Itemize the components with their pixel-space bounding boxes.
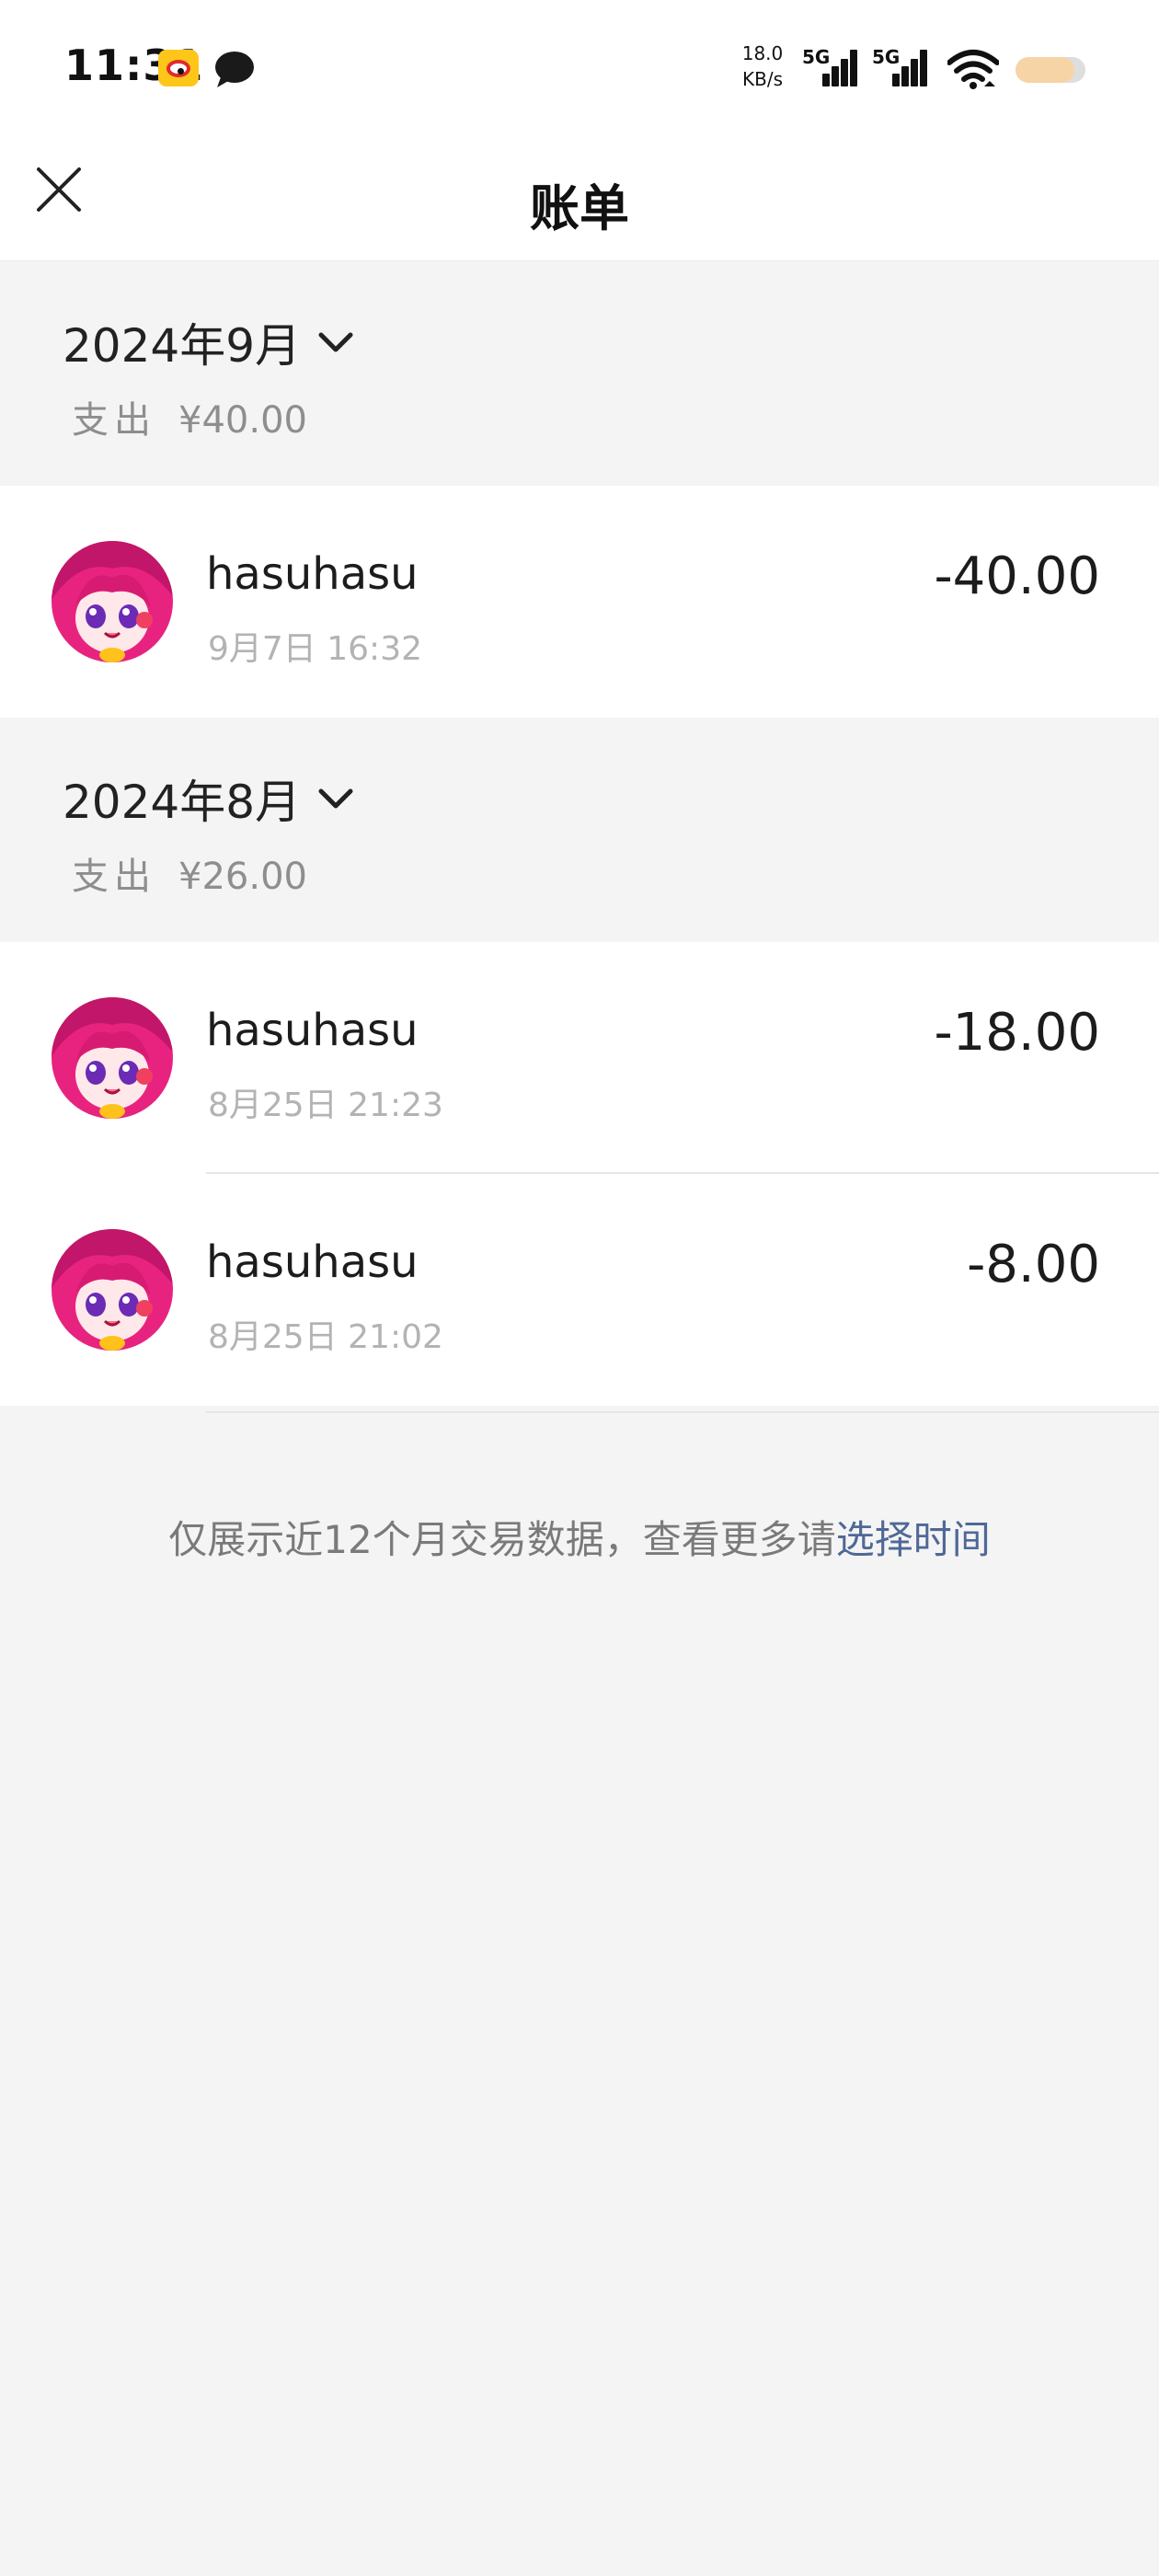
avatar	[52, 997, 173, 1119]
expense-total: ¥40.00	[178, 399, 307, 442]
network-speed: 18.0 KB/s	[736, 40, 789, 92]
expense-label: 支出	[72, 399, 156, 442]
transaction-amount: -18.00	[934, 1003, 1100, 1063]
select-time-link[interactable]: 选择时间	[836, 1517, 991, 1562]
expense-total: ¥26.00	[178, 856, 307, 898]
weibo-icon	[158, 50, 199, 86]
avatar	[52, 1229, 173, 1351]
month-selector[interactable]: 2024年8月	[63, 769, 356, 829]
row-divider	[206, 1411, 1159, 1413]
month-header: 2024年9月 支出 ¥40.00	[0, 261, 1159, 486]
signal-strength-icon: 5G	[872, 46, 927, 90]
transaction-row[interactable]: hasuhasu 8月25日 21:02 -8.00	[0, 1174, 1159, 1413]
month-label: 2024年8月	[63, 776, 302, 829]
expense-label: 支出	[72, 856, 156, 898]
sim1-network-label: 5G	[802, 46, 831, 68]
month-selector[interactable]: 2024年9月	[63, 313, 356, 373]
transaction-time: 8月25日 21:02	[208, 1318, 443, 1356]
wifi-icon	[947, 50, 999, 89]
status-bar: 11:31 18.0 KB/s 5G 5G	[0, 0, 1159, 138]
avatar	[52, 541, 173, 662]
month-expense-summary: 支出 ¥26.00	[72, 846, 307, 900]
month-header: 2024年8月 支出 ¥26.00	[0, 718, 1159, 942]
transaction-name: hasuhasu	[206, 1005, 419, 1056]
transaction-time: 9月7日 16:32	[208, 630, 422, 668]
battery-icon	[1016, 57, 1085, 83]
chevron-down-icon	[318, 788, 353, 809]
transaction-name: hasuhasu	[206, 548, 419, 600]
chat-bubble-icon	[215, 52, 254, 87]
signal-strength-icon: 5G	[802, 46, 857, 90]
sim2-network-label: 5G	[872, 46, 901, 68]
month-expense-summary: 支出 ¥40.00	[72, 390, 307, 443]
transaction-amount: -40.00	[934, 546, 1100, 606]
footer-note: 仅展示近12个月交易数据，查看更多请选择时间	[0, 1509, 1159, 1565]
nav-bar: 账单	[0, 138, 1159, 261]
network-speed-unit: KB/s	[742, 68, 783, 90]
page-title: 账单	[530, 179, 629, 237]
footer-note-text: 仅展示近12个月交易数据，查看更多请	[168, 1517, 836, 1562]
transaction-row[interactable]: hasuhasu 8月25日 21:23 -18.00	[0, 942, 1159, 1174]
transaction-time: 8月25日 21:23	[208, 1087, 443, 1124]
transaction-amount: -8.00	[967, 1235, 1100, 1294]
transaction-name: hasuhasu	[206, 1236, 419, 1288]
transaction-row[interactable]: hasuhasu 9月7日 16:32 -40.00	[0, 486, 1159, 718]
network-speed-value: 18.0	[741, 42, 784, 64]
chevron-down-icon	[318, 332, 353, 352]
month-label: 2024年9月	[63, 319, 302, 373]
